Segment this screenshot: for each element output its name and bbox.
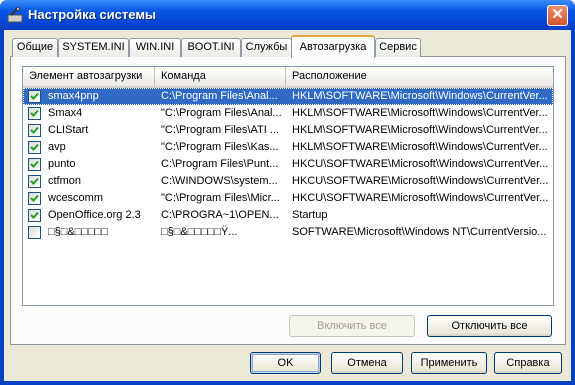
startup-item-location: HKCU\SOFTWARE\Microsoft\Windows\CurrentV… (292, 192, 549, 204)
list-item[interactable]: □§□&□□□□□ □§□&□□□□□Ÿ... SOFTWARE\Microsoft… (23, 224, 553, 241)
column-header-location[interactable]: Расположение (286, 67, 553, 86)
disable-all-button[interactable]: Отключить все (427, 315, 552, 337)
tab-label: Общие (16, 41, 54, 53)
list-item[interactable]: ctfmon C:\WINDOWS\system... HKCU\SOFTWARE\… (23, 173, 553, 190)
tab-system-ini[interactable]: SYSTEM.INI (58, 38, 129, 57)
enable-checkbox[interactable] (28, 175, 41, 188)
apply-button[interactable]: Применить (411, 352, 487, 374)
startup-item-command: "C:\Program Files\Micr... (161, 192, 280, 204)
tab-boot-ini[interactable]: BOOT.INI (181, 38, 241, 57)
tab-label: Автозагрузка (299, 41, 367, 53)
enable-all-button[interactable]: Включить все (289, 315, 415, 337)
tab-general[interactable]: Общие (12, 38, 58, 57)
enable-checkbox[interactable] (28, 192, 41, 205)
checkmark-icon (30, 126, 39, 134)
list-header: Элемент автозагрузки Команда Расположени… (23, 67, 553, 88)
startup-item-location: HKLM\SOFTWARE\Microsoft\Windows\CurrentV… (292, 124, 548, 136)
help-button[interactable]: Справка (494, 352, 562, 374)
enable-checkbox[interactable] (28, 141, 41, 154)
startup-item-location: HKLM\SOFTWARE\Microsoft\Windows\CurrentV… (292, 107, 548, 119)
startup-item-name: punto (48, 158, 76, 170)
startup-item-name: avp (48, 141, 66, 153)
startup-item-name: ctfmon (48, 175, 82, 187)
startup-item-name: □§□&□□□□□ (48, 226, 108, 238)
list-item[interactable]: punto C:\Program Files\Punt... HKCU\SOFTWA… (23, 156, 553, 173)
startup-item-name: wcescomm (48, 192, 104, 204)
tab-services[interactable]: Службы (241, 38, 292, 57)
startup-item-command: □§□&□□□□□Ÿ... (161, 226, 238, 238)
enable-checkbox[interactable] (28, 107, 41, 120)
enable-checkbox[interactable] (28, 124, 41, 137)
tab-tools[interactable]: Сервис (375, 38, 421, 57)
close-button[interactable]: ✕ (547, 5, 568, 26)
startup-item-command: "C:\Program Files\ATI ... (161, 124, 279, 136)
checkmark-icon (30, 211, 39, 219)
tab-label: SYSTEM.INI (62, 41, 125, 53)
startup-item-name: CLIStart (48, 124, 89, 136)
focus-rectangle (23, 88, 553, 105)
checkmark-icon (30, 160, 39, 168)
list-item[interactable]: avp "C:\Program Files\Kas... HKLM\SOFTWARE… (23, 139, 553, 156)
tab-label: Службы (245, 41, 288, 53)
close-icon: ✕ (551, 6, 564, 23)
column-header-startup-item[interactable]: Элемент автозагрузки (23, 67, 155, 86)
enable-checkbox[interactable] (28, 158, 41, 171)
tab-startup[interactable]: Автозагрузка (291, 35, 375, 58)
cancel-button[interactable]: Отмена (331, 352, 403, 374)
startup-item-name: Smax4 (48, 107, 83, 119)
enable-checkbox[interactable] (28, 226, 41, 239)
tab-label: Сервис (379, 41, 417, 53)
startup-item-location: HKLM\SOFTWARE\Microsoft\Windows\CurrentV… (292, 141, 548, 153)
list-item[interactable]: CLIStart "C:\Program Files\ATI ... HKLM\SO… (23, 122, 553, 139)
startup-item-command: "C:\Program Files\Anal... (161, 107, 282, 119)
tab-label: BOOT.INI (187, 41, 235, 53)
startup-item-name: OpenOffice.org 2.3 (48, 209, 141, 221)
title-bar[interactable]: Настройка системы ✕ (0, 0, 575, 30)
column-header-command[interactable]: Команда (155, 67, 286, 86)
checkmark-icon (30, 143, 39, 151)
startup-item-command: C:\Program Files\Punt... (161, 158, 279, 170)
startup-item-location: HKCU\SOFTWARE\Microsoft\Windows\CurrentV… (292, 175, 549, 187)
startup-list[interactable]: Элемент автозагрузки Команда Расположени… (22, 66, 554, 306)
enable-checkbox[interactable] (28, 209, 41, 222)
list-item[interactable]: OpenOffice.org 2.3 C:\PROGRA~1\OPEN... Sta… (23, 207, 553, 224)
msconfig-icon (7, 7, 23, 23)
window-frame-right (571, 30, 575, 385)
list-item[interactable]: Smax4 "C:\Program Files\Anal... HKLM\SOFTW… (23, 105, 553, 122)
list-item[interactable]: smax4pnp C:\Program Files\Anal... HKLM\SOF… (23, 88, 553, 105)
checkmark-icon (30, 177, 39, 185)
checkmark-icon (30, 194, 39, 202)
startup-item-location: Startup (292, 209, 328, 221)
tab-label: WIN.INI (135, 41, 175, 53)
list-item[interactable]: wcescomm "C:\Program Files\Micr... HKCU\SO… (23, 190, 553, 207)
window-title: Настройка системы (28, 7, 157, 22)
startup-item-command: C:\PROGRA~1\OPEN... (161, 209, 279, 221)
startup-item-location: SOFTWARE\Microsoft\Windows NT\CurrentVer… (292, 226, 547, 238)
tab-win-ini[interactable]: WIN.INI (129, 38, 181, 57)
startup-item-location: HKCU\SOFTWARE\Microsoft\Windows\CurrentV… (292, 158, 549, 170)
startup-item-command: C:\WINDOWS\system... (161, 175, 278, 187)
checkmark-icon (30, 109, 39, 117)
window-frame-bottom (0, 381, 575, 385)
startup-item-command: "C:\Program Files\Kas... (161, 141, 279, 153)
ok-button[interactable]: OK (250, 352, 321, 374)
